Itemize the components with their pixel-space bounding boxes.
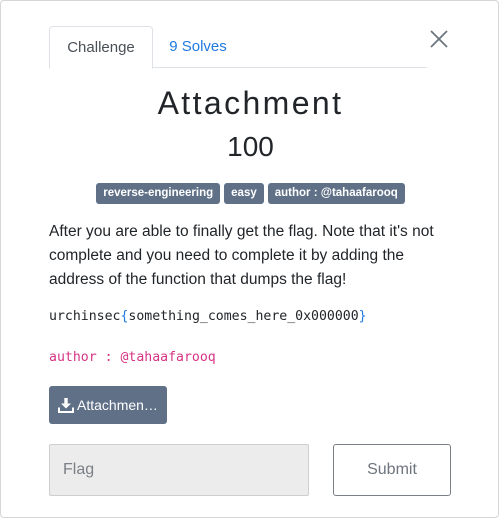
challenge-modal: Challenge 9 Solves Attachment 100 revers… [0,0,499,518]
tag-badge: author : @tahaafarooq [267,183,405,204]
attachment-download-button[interactable]: Attachmen… [49,386,167,424]
challenge-points: 100 [227,131,274,162]
tag-list: reverse-engineering easy author : @tahaa… [1,183,499,204]
tab-solves[interactable]: 9 Solves [153,26,243,68]
flag-input[interactable] [49,444,309,496]
challenge-description: After you are able to finally get the fl… [49,223,434,288]
tag-badge: reverse-engineering [96,183,221,204]
attachment-label: Attachmen… [77,397,158,413]
tag-badge: easy [224,183,264,204]
submit-button[interactable]: Submit [333,444,451,496]
close-icon [430,30,448,48]
flag-prefix: urchinsec [49,309,121,324]
challenge-title: Attachment [157,85,344,121]
flag-format: urchinsec{something_comes_here_0x000000} [49,309,367,324]
tab-challenge[interactable]: Challenge [49,26,153,69]
flag-body: something_comes_here_0x000000 [128,309,359,324]
download-icon [58,398,74,413]
author-line: author : @tahaafarooq [49,350,216,365]
challenge-tabs: Challenge 9 Solves [49,26,427,69]
flag-close-brace: } [358,309,367,324]
close-button[interactable] [427,27,451,51]
